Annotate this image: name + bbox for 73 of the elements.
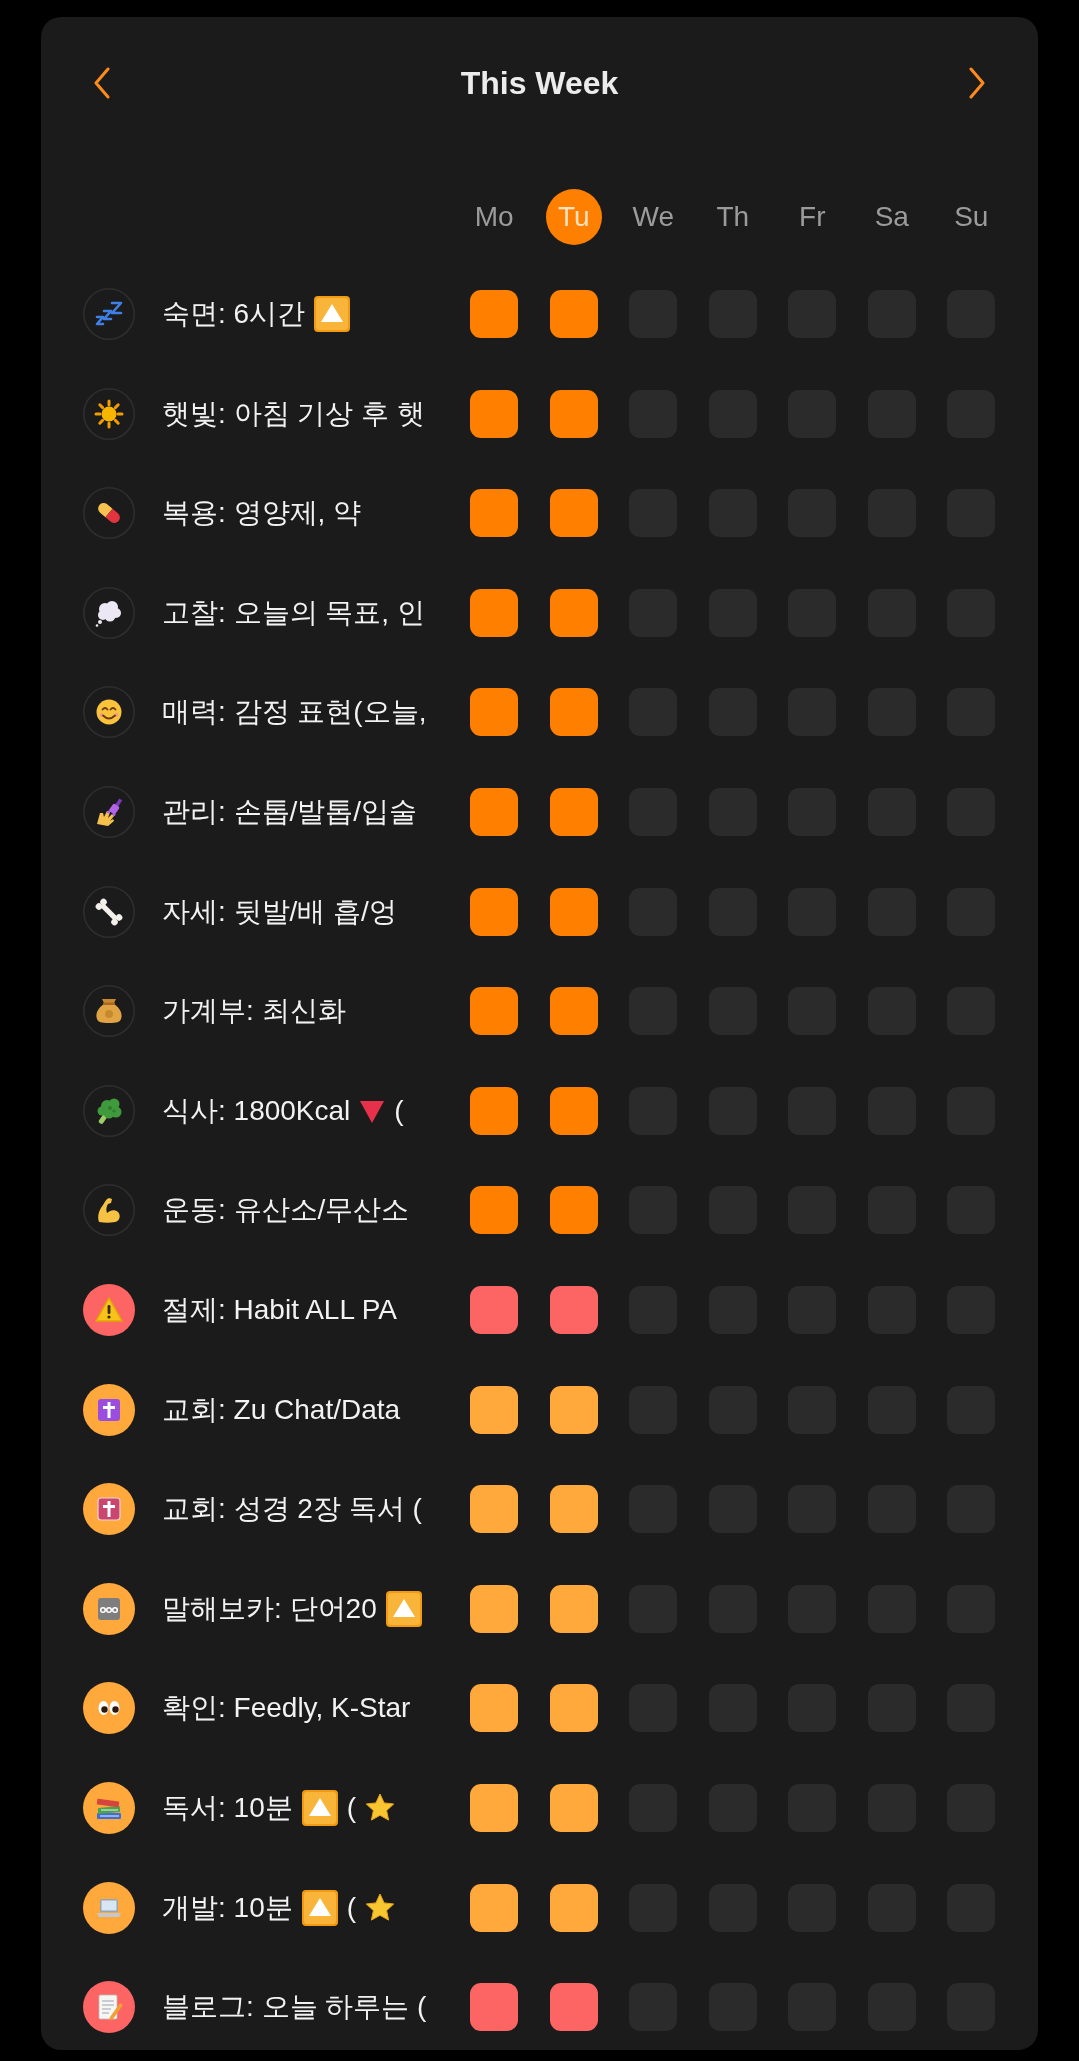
day-checkbox[interactable] xyxy=(549,489,598,538)
up-triangle-icon xyxy=(300,1788,339,1827)
day-checkbox[interactable] xyxy=(549,389,598,438)
habit-label: ( xyxy=(394,1093,404,1128)
day-checkbox[interactable] xyxy=(470,1783,519,1832)
day-checkbox[interactable] xyxy=(549,1584,598,1633)
week-title: This Week xyxy=(460,64,619,103)
star-icon xyxy=(364,1791,397,1824)
day-checkbox[interactable] xyxy=(470,588,519,637)
day-checkbox[interactable] xyxy=(470,489,519,538)
habit-label: 교회: 성경 2장 독서 ( xyxy=(162,1492,422,1527)
habit-label: 가계부: 최신화 xyxy=(162,994,346,1029)
day-checkbox[interactable] xyxy=(549,588,598,637)
habit-label: 운동: 유산소/무산소 xyxy=(162,1193,410,1228)
day-checkbox[interactable] xyxy=(470,1485,519,1534)
habit-label: 개발: 10분 xyxy=(162,1890,293,1925)
habit-label: 숙면: 6시간 xyxy=(162,297,306,331)
habit-label: 식사: 1800Kcal xyxy=(162,1093,351,1128)
habit-label: ( xyxy=(346,1890,357,1925)
day-label: Sa xyxy=(873,200,910,234)
habit-label: 고찰: 오늘의 목표, 인 xyxy=(162,595,425,630)
day-checkbox[interactable] xyxy=(549,1186,598,1235)
day-label: Th xyxy=(715,200,751,234)
up-triangle-icon xyxy=(313,295,352,333)
day-checkbox[interactable] xyxy=(470,1684,519,1733)
day-label: Fr xyxy=(798,200,827,234)
day-checkbox[interactable] xyxy=(470,688,519,737)
day-checkbox[interactable] xyxy=(549,1783,598,1832)
day-checkbox[interactable] xyxy=(549,1086,598,1135)
day-label: We xyxy=(631,200,675,234)
chevron-right-icon xyxy=(968,67,986,99)
habit-label: 말해보카: 단어20 xyxy=(162,1591,377,1626)
day-checkbox[interactable] xyxy=(470,1883,519,1932)
habit-label: 교회: Zu Chat/Data xyxy=(162,1392,401,1427)
day-checkbox[interactable] xyxy=(549,887,598,936)
day-checkbox[interactable] xyxy=(470,1285,519,1334)
day-checkbox[interactable] xyxy=(470,787,519,836)
day-label: Mo xyxy=(473,200,515,234)
day-checkbox[interactable] xyxy=(549,1385,598,1434)
day-checkbox[interactable] xyxy=(549,1684,598,1733)
habit-label: 햇빛: 아침 기상 후 햇 xyxy=(162,396,425,431)
day-checkbox[interactable] xyxy=(470,887,519,936)
day-checkbox[interactable] xyxy=(470,1983,519,2032)
day-checkbox[interactable] xyxy=(549,987,598,1036)
day-checkbox[interactable] xyxy=(470,1186,519,1235)
habit-label: 매력: 감정 표현(오늘, xyxy=(162,695,427,730)
habit-label: 독서: 10분 xyxy=(162,1790,293,1825)
day-checkbox[interactable] xyxy=(549,688,598,737)
day-checkbox[interactable] xyxy=(470,290,519,338)
habit-label: 복용: 영양제, 약 xyxy=(162,496,362,531)
day-checkbox[interactable] xyxy=(549,290,598,338)
day-checkbox[interactable] xyxy=(470,987,519,1036)
day-checkbox[interactable] xyxy=(470,1385,519,1434)
habit-label: 블로그: 오늘 하루는 ( xyxy=(162,1990,427,2025)
habit-label: 절제: Habit ALL PA xyxy=(162,1292,397,1327)
day-checkbox[interactable] xyxy=(549,1883,598,1932)
day-checkbox[interactable] xyxy=(549,1485,598,1534)
habit-label: 확인: Feedly, K-Star xyxy=(162,1691,411,1726)
day-label: Su xyxy=(953,200,990,234)
day-checkbox[interactable] xyxy=(470,1584,519,1633)
habit-label: 자세: 뒷발/배 흡/엉 xyxy=(162,894,397,929)
day-checkbox[interactable] xyxy=(470,1086,519,1135)
day-label: Tu xyxy=(545,189,602,245)
habit-label: ( xyxy=(346,1790,357,1825)
day-checkbox[interactable] xyxy=(470,389,519,438)
habit-label: 관리: 손톱/발톱/입술 xyxy=(162,794,418,829)
day-checkbox[interactable] xyxy=(549,1285,598,1334)
star-icon xyxy=(364,1891,397,1924)
up-triangle-icon xyxy=(384,1589,423,1628)
up-triangle-icon xyxy=(300,1888,339,1927)
chevron-left-icon xyxy=(93,67,111,99)
day-checkbox[interactable] xyxy=(549,787,598,836)
day-checkbox[interactable] xyxy=(549,1983,598,2032)
